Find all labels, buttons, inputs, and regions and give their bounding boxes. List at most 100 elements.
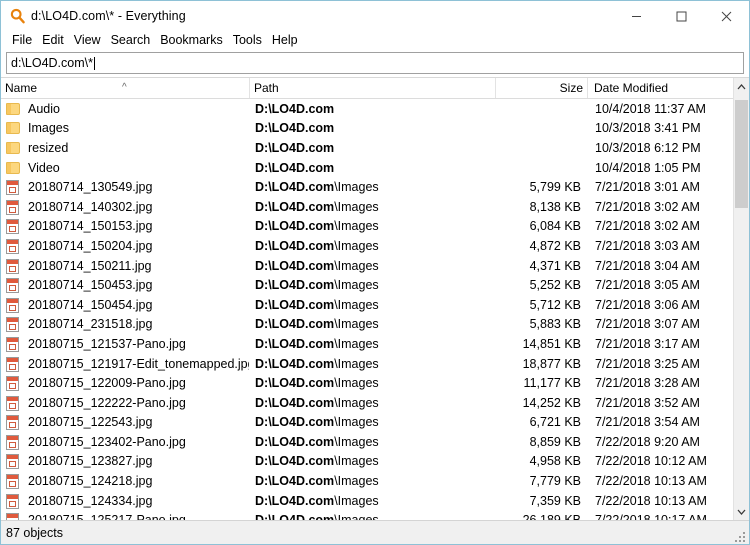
resize-grip[interactable] — [734, 530, 746, 542]
cell-name: 20180715_124218.jpg — [1, 471, 249, 491]
file-name-label: 20180715_123402-Pano.jpg — [28, 434, 186, 449]
cell-path: D:\LO4D.com\Images — [249, 236, 495, 256]
table-row[interactable]: 20180715_122222-Pano.jpg D:\LO4D.com \Imag… — [1, 393, 735, 413]
table-row[interactable]: 20180715_121917-Edit_tonemapped.jpg D:\LO… — [1, 354, 735, 374]
table-row[interactable]: 20180715_124218.jpg D:\LO4D.com \Images 7,7… — [1, 471, 735, 491]
status-object-count: 87 objects — [6, 525, 63, 540]
table-row[interactable]: 20180715_124334.jpg D:\LO4D.com \Images 7,3… — [1, 491, 735, 511]
table-row[interactable]: 20180715_121537-Pano.jpg D:\LO4D.com \Imag… — [1, 334, 735, 354]
scrollbar-thumb[interactable] — [735, 100, 748, 208]
jpg-icon — [6, 199, 22, 215]
table-row[interactable]: 20180715_122009-Pano.jpg D:\LO4D.com \Imag… — [1, 373, 735, 393]
jpg-icon — [6, 395, 22, 411]
file-name-label: 20180715_122222-Pano.jpg — [28, 395, 186, 410]
folder-icon — [6, 160, 22, 176]
cell-date-modified: 7/21/2018 3:28 AM — [595, 376, 700, 391]
search-input[interactable]: d:\LO4D.com\* — [6, 52, 744, 74]
magnifier-icon — [8, 6, 28, 26]
column-header-name-label: Name — [5, 81, 38, 95]
jpg-icon — [6, 316, 22, 333]
cell-name: 20180714_150454.jpg — [1, 295, 249, 315]
cell-path: D:\LO4D.com\Images — [249, 413, 495, 433]
cell-path: D:\LO4D.com\Images — [249, 256, 495, 276]
menu-item-view[interactable]: View — [69, 32, 106, 49]
jpg-icon — [6, 238, 22, 254]
path-matched: D:\LO4D.com — [255, 493, 335, 508]
maximize-button[interactable] — [659, 1, 704, 31]
cell-size: 14,252 KB — [522, 395, 581, 410]
column-header-date-modified[interactable]: Date Modified — [587, 78, 735, 98]
file-name-label: resized — [28, 140, 69, 155]
file-name-label: Audio — [28, 101, 60, 116]
path-remainder: \Images — [334, 317, 379, 332]
cell-path: D:\LO4D.com — [249, 158, 495, 178]
cell-path: D:\LO4D.com\Images — [249, 295, 495, 315]
cell-path: D:\LO4D.com — [249, 119, 495, 139]
cell-size: 4,371 KB — [529, 258, 581, 273]
cell-date-modified: 7/22/2018 10:13 AM — [595, 493, 707, 508]
file-name-label: 20180715_123827.jpg — [28, 454, 153, 469]
cell-path: D:\LO4D.com\Images — [249, 471, 495, 491]
table-row[interactable]: 20180714_150204.jpg D:\LO4D.com \Images 4,8… — [1, 236, 735, 256]
cell-date-modified: 10/4/2018 1:05 PM — [595, 160, 701, 175]
menu-item-edit[interactable]: Edit — [37, 32, 69, 49]
menu-item-help[interactable]: Help — [267, 32, 303, 49]
table-row[interactable]: 20180715_123402-Pano.jpg D:\LO4D.com \Imag… — [1, 432, 735, 452]
cell-name: 20180714_150153.jpg — [1, 217, 249, 237]
table-row[interactable]: 20180715_123827.jpg D:\LO4D.com \Images 4,9… — [1, 452, 735, 472]
status-bar: 87 objects — [1, 520, 749, 544]
chevron-up-icon[interactable] — [734, 78, 749, 95]
cell-date-modified: 7/21/2018 3:07 AM — [595, 317, 700, 332]
path-remainder: \Images — [334, 454, 379, 469]
table-row[interactable]: 20180714_150153.jpg D:\LO4D.com \Images 6,0… — [1, 217, 735, 237]
file-name-label: Images — [28, 121, 69, 136]
path-matched: D:\LO4D.com — [255, 258, 335, 273]
path-matched: D:\LO4D.com — [255, 395, 335, 410]
path-remainder: \Images — [334, 297, 379, 312]
table-row[interactable]: 20180715_122543.jpg D:\LO4D.com \Images 6,7… — [1, 413, 735, 433]
table-row[interactable]: 20180714_150453.jpg D:\LO4D.com \Images 5,2… — [1, 275, 735, 295]
cell-name: resized — [1, 138, 249, 158]
menu-item-tools[interactable]: Tools — [228, 32, 267, 49]
column-header-path[interactable]: Path — [249, 78, 495, 98]
cell-size — [495, 138, 587, 158]
cell-date-modified: 7/22/2018 10:12 AM — [595, 454, 707, 469]
path-matched: D:\LO4D.com — [255, 199, 335, 214]
cell-name: 20180714_150453.jpg — [1, 275, 249, 295]
cell-size: 14,851 KB — [522, 336, 581, 351]
table-row[interactable]: 20180714_231518.jpg D:\LO4D.com \Images 5,8… — [1, 315, 735, 335]
table-row[interactable]: 20180715_125217-Pano.jpg D:\LO4D.com\Imag… — [1, 510, 735, 520]
path-remainder: \Images — [334, 199, 379, 214]
cell-path: D:\LO4D.com\Images — [249, 393, 495, 413]
table-row[interactable]: resized D:\LO4D.com 10/3/2018 6:12 PM — [1, 138, 735, 158]
table-row[interactable]: 20180714_130549.jpg D:\LO4D.com \Images 5,7… — [1, 177, 735, 197]
cell-size: 8,138 KB — [529, 199, 581, 214]
column-header-size[interactable]: Size — [495, 78, 587, 98]
table-row[interactable]: 20180714_150454.jpg D:\LO4D.com \Images 5,7… — [1, 295, 735, 315]
table-row[interactable]: Video D:\LO4D.com 10/4/2018 1:05 PM — [1, 158, 735, 178]
chevron-down-icon[interactable] — [734, 503, 749, 520]
table-row[interactable]: 20180714_140302.jpg D:\LO4D.com \Images 8,1… — [1, 197, 735, 217]
menu-item-search[interactable]: Search — [106, 32, 156, 49]
cell-path: D:\LO4D.com\Images — [249, 510, 495, 520]
menu-item-file[interactable]: File — [7, 32, 37, 49]
table-row[interactable]: 20180714_150211.jpg D:\LO4D.com \Images 4,3… — [1, 256, 735, 276]
path-remainder: \Images — [334, 474, 379, 489]
column-header-name[interactable]: Name ^ — [1, 78, 249, 98]
path-matched: D:\LO4D.com — [255, 238, 335, 253]
cell-name: 20180714_150211.jpg — [1, 256, 249, 276]
path-remainder: \Images — [334, 258, 379, 273]
menu-item-bookmarks[interactable]: Bookmarks — [155, 32, 228, 49]
cell-size: 5,799 KB — [529, 180, 581, 195]
path-remainder: \Images — [334, 395, 379, 410]
jpg-icon — [6, 493, 22, 509]
file-name-label: 20180714_130549.jpg — [28, 180, 153, 195]
vertical-scrollbar[interactable] — [733, 78, 749, 520]
table-row[interactable]: Images D:\LO4D.com 10/3/2018 3:41 PM — [1, 119, 735, 139]
close-button[interactable] — [704, 1, 749, 31]
minimize-button[interactable] — [614, 1, 659, 31]
table-row[interactable]: Audio D:\LO4D.com 10/4/2018 11:37 AM — [1, 99, 735, 119]
jpg-icon — [6, 179, 22, 196]
column-header-path-label: Path — [254, 81, 279, 95]
cell-name: Audio — [1, 99, 249, 119]
